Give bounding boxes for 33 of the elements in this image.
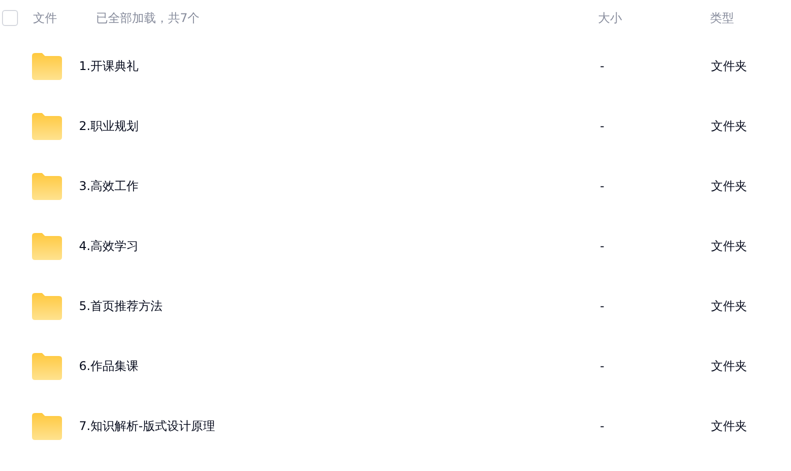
folder-icon [32, 172, 62, 200]
folder-icon [32, 232, 62, 260]
column-header: 大小 [598, 10, 623, 26]
folder-name[interactable]: 3.高效工作 [79, 178, 600, 194]
folder-name[interactable]: 2.职业规划 [79, 118, 600, 134]
folder-name[interactable]: 5.首页推荐方法 [79, 298, 600, 314]
folder-icon [32, 292, 62, 320]
size-cell-text: - [600, 59, 606, 73]
folder-icon [32, 112, 62, 140]
size-cell-text: - [600, 299, 606, 313]
size-cell-text: - [600, 359, 606, 373]
size-cell-text: - [600, 119, 606, 133]
type-cell-text: 文件夹 [711, 418, 748, 434]
type-cell-text: 文件夹 [711, 118, 748, 134]
type-cell-text: 文件夹 [711, 58, 748, 74]
column-header: 类型 [710, 10, 735, 26]
column-header: 文件 [33, 10, 58, 26]
type-cell-text: 文件夹 [711, 178, 748, 194]
type-cell-text: 文件夹 [711, 298, 748, 314]
type-cell-text: 文件夹 [711, 238, 748, 254]
size-cell-text: - [600, 239, 606, 253]
folder-name[interactable]: 4.高效学习 [79, 238, 600, 254]
folder-name[interactable]: 1.开课典礼 [79, 58, 600, 74]
folder-name[interactable]: 6.作品集课 [79, 358, 600, 374]
load-status: 已全部加载，共7个 [96, 10, 201, 26]
folder-name[interactable]: 7.知识解析-版式设计原理 [79, 418, 600, 434]
folder-icon [32, 52, 62, 80]
type-cell-text: 文件夹 [711, 358, 748, 374]
size-cell-text: - [600, 179, 606, 193]
size-cell-text: - [600, 419, 606, 433]
folder-icon [32, 412, 62, 440]
select-all-checkbox[interactable] [2, 10, 18, 26]
folder-icon [32, 352, 62, 380]
